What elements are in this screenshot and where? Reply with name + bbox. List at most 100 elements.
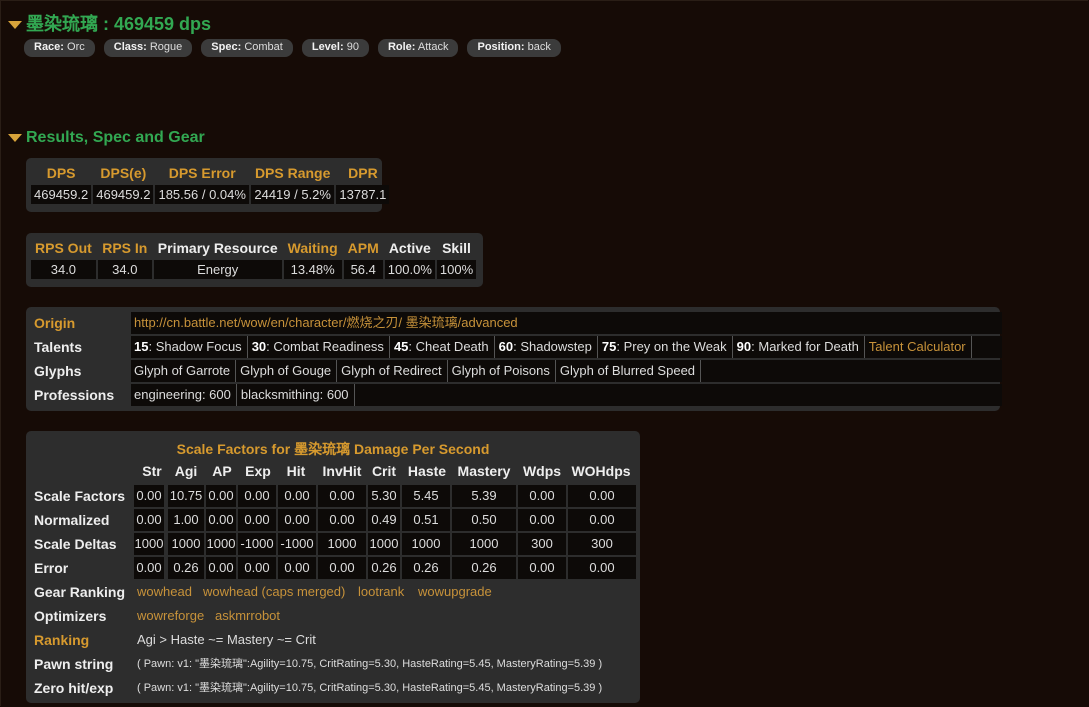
table-cell: 100% [436, 260, 477, 279]
pawn-string-row: Pawn string ( Pawn: v1: "墨染琉璃":Agility=1… [26, 653, 640, 675]
table-cell: 100.0% [384, 260, 435, 279]
scale-cell: 1000 [402, 533, 450, 555]
col-header-str: Str [142, 463, 162, 479]
origin-link[interactable]: http://cn.battle.net/wow/en/character/燃烧… [134, 315, 518, 330]
scale-cell: 0.00 [206, 485, 236, 507]
scale-cell: -1000 [278, 533, 316, 555]
scale-cell: 0.00 [568, 557, 636, 579]
table-cell: 469459.2 [93, 185, 154, 204]
scale-cell: 0.00 [568, 485, 636, 507]
scale-cell: 0.00 [134, 557, 164, 579]
scale-row: Normalized 0.00 1.00 0.00 0.00 0.00 0.00 0.49 0.… [26, 509, 640, 531]
glyph-item: Glyph of Poisons [452, 360, 556, 382]
scale-cell: 1000 [168, 533, 204, 555]
scale-cell: 5.30 [368, 485, 400, 507]
scale-cell: 0.00 [568, 509, 636, 531]
collapse-triangle-icon[interactable] [8, 133, 22, 142]
scale-cell: 0.00 [206, 557, 236, 579]
scale-cell: 0.51 [402, 509, 450, 531]
lootrank-link[interactable]: lootrank [358, 581, 404, 603]
scale-row-label: Scale Deltas [34, 536, 117, 552]
dps-results-panel: DPS DPS(e) DPS Error DPS Range DPR 46945… [26, 158, 390, 212]
scale-cell: 0.50 [452, 509, 516, 531]
glyphs-row: Glyphs Glyph of Garrote Glyph of Gouge Gly… [34, 360, 1002, 382]
professions-value: engineering: 600 blacksmithing: 600 [131, 384, 1002, 406]
collapse-triangle-icon[interactable] [8, 21, 22, 30]
scale-cell: 10.75 [168, 485, 204, 507]
askmrrobot-link[interactable]: askmrrobot [215, 605, 280, 627]
scale-cell: 0.26 [402, 557, 450, 579]
glyph-item: Glyph of Blurred Speed [560, 360, 702, 382]
col-header: Active [388, 240, 431, 256]
scale-cell: 1000 [452, 533, 516, 555]
glyph-item: Glyph of Redirect [341, 360, 448, 382]
scale-row: Scale Deltas 1000 1000 1000 -1000 -1000 1000 10… [26, 533, 640, 555]
scale-row: Scale Factors 0.00 10.75 0.00 0.00 0.00 0.00 5.… [26, 485, 640, 507]
origin-value: http://cn.battle.net/wow/en/character/燃烧… [131, 312, 1002, 334]
scale-cell: 1000 [134, 533, 164, 555]
table-cell: 56.4 [343, 260, 383, 279]
scale-cell: 0.00 [278, 557, 316, 579]
ranking-value: Agi > Haste ~= Mastery ~= Crit [137, 632, 316, 647]
scale-cell: 5.39 [452, 485, 516, 507]
col-header: APM [347, 240, 379, 256]
col-header: Waiting [287, 240, 338, 256]
col-header: RPS In [102, 240, 148, 256]
col-header-agi: Agi [174, 463, 198, 479]
col-header-invhit: InvHit [322, 463, 362, 479]
scale-cell: 0.00 [238, 485, 276, 507]
glyph-item: Glyph of Gouge [240, 360, 338, 382]
talents-row: Talents 15: Shadow Focus 30: Combat Readi… [34, 336, 1002, 358]
talent-item: 15: Shadow Focus [134, 336, 248, 358]
pawn-string-value[interactable]: ( Pawn: v1: "墨染琉璃":Agility=10.75, CritRa… [137, 653, 602, 675]
results-section-header[interactable]: Results, Spec and Gear [8, 129, 205, 147]
scale-cell: 0.00 [278, 509, 316, 531]
profession-item: blacksmithing: 600 [241, 384, 355, 406]
talent-item: 75: Prey on the Weak [602, 336, 733, 358]
scale-cell: 5.45 [402, 485, 450, 507]
player-header[interactable]: 墨染琉璃 : 469459 dps [8, 10, 211, 36]
professions-label: Professions [34, 387, 115, 403]
scale-row: Error 0.00 0.26 0.00 0.00 0.00 0.00 0.26 0.26 0.2… [26, 557, 640, 579]
player-title: 墨染琉璃 : 469459 dps [26, 14, 212, 34]
zero-hit-exp-label: Zero hit/exp [34, 680, 114, 696]
role-pill: Role: Attack [377, 39, 459, 57]
gear-ranking-label: Gear Ranking [34, 584, 126, 600]
table-cell: Energy [153, 260, 282, 279]
scale-row-label: Normalized [34, 512, 110, 528]
pawn-string-label: Pawn string [34, 656, 114, 672]
profession-item: engineering: 600 [134, 384, 237, 406]
col-header-hit: Hit [286, 463, 306, 479]
talent-item: 45: Cheat Death [394, 336, 495, 358]
scale-cell: 1000 [368, 533, 400, 555]
col-header: DPR [348, 165, 378, 181]
scale-cell: 1000 [206, 533, 236, 555]
character-info-panel: Origin http://cn.battle.net/wow/en/chara… [26, 307, 1002, 411]
class-pill: Class: Rogue [103, 39, 193, 57]
col-header-wdps: Wdps [522, 463, 562, 479]
scale-cell: 0.00 [134, 509, 164, 531]
scale-cell: 300 [568, 533, 636, 555]
scale-row-label: Scale Factors [34, 488, 126, 504]
col-header-mastery: Mastery [457, 463, 511, 479]
talent-item: 30: Combat Readiness [252, 336, 390, 358]
talent-calculator-link[interactable]: Talent Calculator [869, 336, 972, 358]
scale-cell: 1000 [318, 533, 366, 555]
resource-results-panel: RPS Out RPS In Primary Resource Waiting … [26, 233, 483, 287]
col-header: DPS [46, 165, 76, 181]
wowhead-link[interactable]: wowhead [137, 581, 192, 603]
col-header-exp: Exp [245, 463, 271, 479]
wowreforge-link[interactable]: wowreforge [137, 605, 204, 627]
origin-row: Origin http://cn.battle.net/wow/en/chara… [34, 312, 1002, 334]
wowupgrade-link[interactable]: wowupgrade [418, 581, 492, 603]
col-header: DPS Error [168, 165, 236, 181]
player-info-pills: Race: Orc Class: Rogue Spec: Combat Leve… [24, 39, 570, 57]
scale-cell: 0.00 [518, 557, 566, 579]
table-cell: 13.48% [283, 260, 342, 279]
wowhead-caps-merged-link[interactable]: wowhead (caps merged) [203, 581, 345, 603]
zero-hit-exp-value[interactable]: ( Pawn: v1: "墨染琉璃":Agility=10.75, CritRa… [137, 677, 602, 699]
talent-item: 60: Shadowstep [499, 336, 598, 358]
scale-factors-panel: Scale Factors for 墨染琉璃 Damage Per Second… [26, 431, 640, 703]
scale-cell: 0.26 [452, 557, 516, 579]
talent-item: 90: Marked for Death [737, 336, 865, 358]
